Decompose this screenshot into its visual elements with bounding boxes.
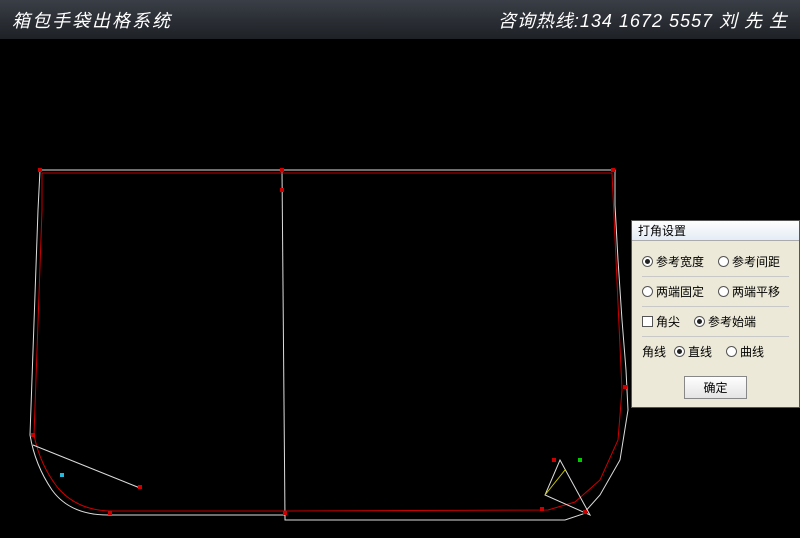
corner-fold-right [545,460,590,515]
row-sharp-ref: 角尖 参考始端 [642,307,789,337]
check-sharp-corner[interactable]: 角尖 [642,313,680,330]
corner-fold-yellow [545,470,565,495]
dialog-title: 打角设置 [632,221,799,241]
row-end-mode: 两端固定 两端平移 [642,277,789,307]
radio-line-curve[interactable]: 曲线 [726,343,764,360]
radio-icon [674,346,685,357]
radio-line-straight[interactable]: 直线 [674,343,712,360]
radio-ref-spacing[interactable]: 参考间距 [718,253,780,270]
radio-icon [718,286,729,297]
center-line [282,170,285,520]
app-title: 箱包手袋出格系统 [12,7,172,33]
radio-ends-fixed[interactable]: 两端固定 [642,283,704,300]
row-ref-mode: 参考宽度 参考间距 [642,247,789,277]
drawing-canvas[interactable]: 打角设置 参考宽度 参考间距 两端固定 两端平移 [0,40,800,538]
node-red-br1 [552,458,556,462]
radio-label: 直线 [688,343,712,360]
radio-label: 参考间距 [732,253,780,270]
row-corner-line: 角线 直线 曲线 [642,337,789,366]
outer-outline [30,170,628,520]
radio-icon [726,346,737,357]
node-green-right [578,458,582,462]
radio-label: 曲线 [740,343,764,360]
radio-ref-width[interactable]: 参考宽度 [642,253,704,270]
node-red-br2 [583,510,587,514]
radio-icon [642,286,653,297]
hotline-text: 咨询热线:134 1672 5557 刘 先 生 [498,7,788,33]
radio-label: 参考始端 [708,313,756,330]
radio-icon [718,256,729,267]
ok-button[interactable]: 确定 [684,376,746,399]
radio-label: 两端平移 [732,283,780,300]
radio-ref-start[interactable]: 参考始端 [694,313,756,330]
node-cyan-left [60,473,64,477]
check-label: 角尖 [656,313,680,330]
radio-icon [694,316,705,327]
app-header: 箱包手袋出格系统 咨询热线:134 1672 5557 刘 先 生 [0,0,800,40]
radio-ends-translate[interactable]: 两端平移 [718,283,780,300]
corner-diag-left [33,445,140,488]
nodes-red [31,168,627,515]
radio-label: 参考宽度 [656,253,704,270]
radio-icon [642,256,653,267]
checkbox-icon [642,316,653,327]
corner-line-label: 角线 [642,343,666,360]
dialog-body: 参考宽度 参考间距 两端固定 两端平移 [632,241,799,407]
corner-settings-dialog: 打角设置 参考宽度 参考间距 两端固定 两端平移 [631,220,800,408]
inner-red-outline [34,173,622,511]
dialog-buttons: 确定 [642,366,789,399]
radio-label: 两端固定 [656,283,704,300]
